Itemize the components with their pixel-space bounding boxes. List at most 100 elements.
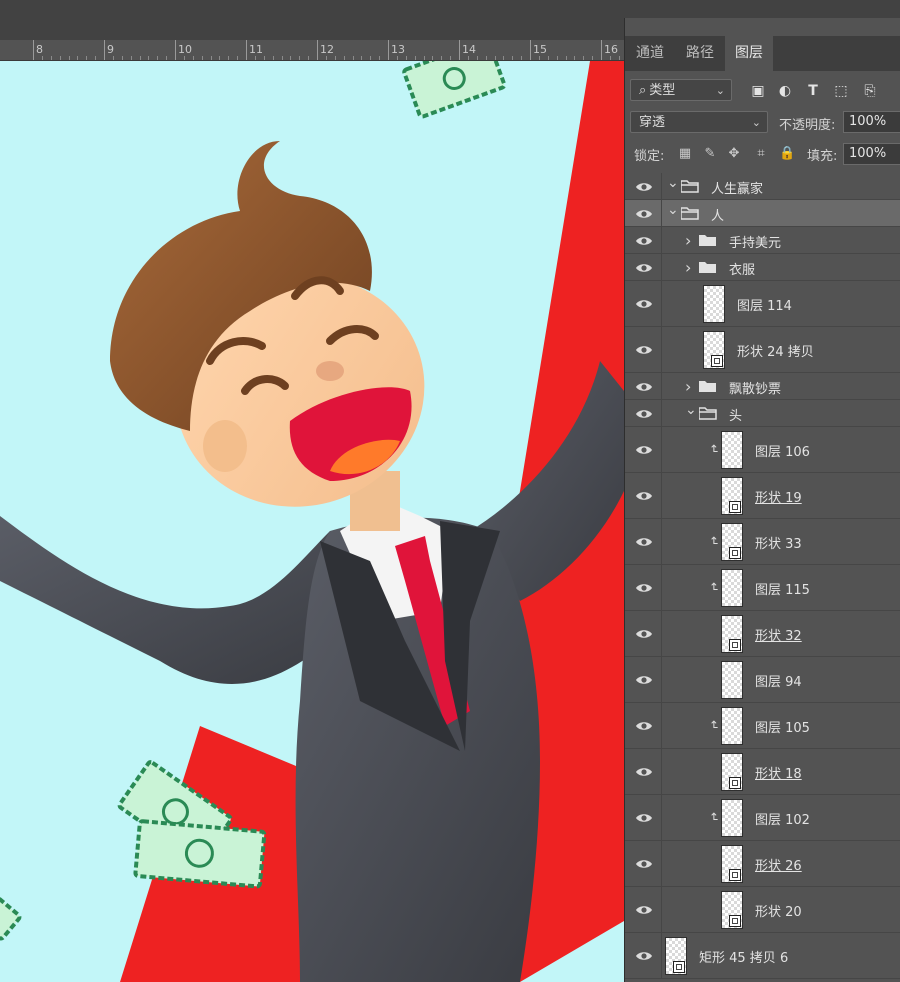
opacity-input[interactable]: 100%: [843, 111, 900, 133]
layer-group-row[interactable]: ⌄ 头: [625, 400, 900, 427]
layer-thumbnail[interactable]: [721, 707, 743, 745]
shape-layer-icon: [711, 355, 723, 367]
eye-icon[interactable]: [635, 720, 653, 732]
eye-icon[interactable]: [635, 766, 653, 778]
ear: [203, 420, 247, 472]
chevron-down-icon[interactable]: ⌄: [685, 402, 697, 418]
eye-icon[interactable]: [635, 381, 653, 393]
ruler-minor-tick: [538, 56, 540, 60]
ruler-minor-tick: [370, 56, 372, 60]
layer-row[interactable]: 形状 20: [625, 887, 900, 933]
visibility-column: [661, 749, 662, 794]
layer-row[interactable]: ↵ 图层 102: [625, 795, 900, 841]
layer-name: 图层 115: [755, 583, 810, 598]
visibility-column: [661, 173, 662, 199]
type-filter-icon[interactable]: T: [804, 82, 822, 100]
chevron-right-icon[interactable]: ›: [685, 258, 691, 277]
shape-layer-icon: [729, 501, 741, 513]
layer-row[interactable]: 图层 114: [625, 281, 900, 327]
clipping-mask-icon: ↵: [707, 811, 722, 823]
eye-icon[interactable]: [635, 674, 653, 686]
eye-icon[interactable]: [635, 812, 653, 824]
layer-row[interactable]: 形状 24 拷贝: [625, 327, 900, 373]
eye-icon[interactable]: [635, 444, 653, 456]
ruler-tick: [459, 40, 460, 60]
eye-icon[interactable]: [635, 628, 653, 640]
illustration: [0, 61, 624, 982]
layer-group-row[interactable]: › 飘散钞票: [625, 373, 900, 400]
tab-paths[interactable]: 路径: [675, 36, 725, 71]
layer-row[interactable]: ↵ 形状 33: [625, 519, 900, 565]
eye-icon[interactable]: [635, 858, 653, 870]
chevron-right-icon[interactable]: ›: [685, 231, 691, 250]
lock-all-icon[interactable]: 🔒: [779, 146, 795, 162]
ruler-minor-tick: [50, 56, 52, 60]
layers-panel: 通道 路径 图层 ⌕ 类型 ⌄ ▣ ◐ T ⬚ ⎘ 穿透 ⌄ 不透明度: 100%…: [624, 18, 900, 982]
eye-icon[interactable]: [635, 262, 653, 274]
layer-group-row[interactable]: ⌄ 人生赢家: [625, 173, 900, 200]
document-canvas[interactable]: [0, 61, 624, 982]
eye-icon[interactable]: [635, 490, 653, 502]
ruler-tick: [601, 40, 602, 60]
eye-icon[interactable]: [635, 582, 653, 594]
chevron-down-icon[interactable]: ⌄: [667, 202, 679, 218]
layer-row[interactable]: 矩形 45 拷贝 6: [625, 933, 900, 979]
smart-object-filter-icon[interactable]: ⎘: [861, 82, 879, 100]
ruler-tick: [33, 40, 34, 60]
lock-brush-icon[interactable]: ✎: [702, 146, 718, 162]
eye-icon[interactable]: [635, 344, 653, 356]
ruler-minor-tick: [423, 56, 425, 60]
layer-thumbnail[interactable]: [721, 661, 743, 699]
eye-icon[interactable]: [635, 298, 653, 310]
fill-input[interactable]: 100%: [843, 143, 900, 165]
layer-group-row[interactable]: ⌄ 人: [625, 200, 900, 227]
blend-mode-dropdown[interactable]: 穿透 ⌄: [630, 111, 768, 133]
chevron-down-icon[interactable]: ⌄: [667, 175, 679, 191]
tab-channels[interactable]: 通道: [625, 36, 675, 71]
layer-row[interactable]: ↵ 图层 115: [625, 565, 900, 611]
layer-row[interactable]: 形状 26: [625, 841, 900, 887]
eye-icon[interactable]: [635, 950, 653, 962]
eye-icon[interactable]: [635, 536, 653, 548]
lock-artboard-icon[interactable]: ⌗: [753, 146, 769, 162]
eye-icon[interactable]: [635, 235, 653, 247]
ruler-minor-tick: [148, 56, 150, 60]
ruler-minor-tick: [130, 56, 132, 60]
layer-group-row[interactable]: › 手持美元: [625, 227, 900, 254]
layer-row[interactable]: 形状 32: [625, 611, 900, 657]
shape-filter-icon[interactable]: ⬚: [832, 82, 850, 100]
layer-row[interactable]: 形状 19: [625, 473, 900, 519]
ruler-minor-tick: [361, 56, 363, 60]
chevron-right-icon[interactable]: ›: [685, 377, 691, 396]
eye-icon[interactable]: [635, 181, 653, 193]
eye-icon[interactable]: [635, 408, 653, 420]
layer-row[interactable]: 形状 18: [625, 749, 900, 795]
ruler-minor-tick: [334, 56, 336, 60]
ruler-number: 10: [178, 43, 192, 56]
layer-thumbnail[interactable]: [721, 799, 743, 837]
lock-transparent-icon[interactable]: ▦: [677, 146, 693, 162]
ruler-minor-tick: [618, 56, 620, 60]
ruler-minor-tick: [325, 56, 327, 60]
layer-thumbnail[interactable]: [703, 285, 725, 323]
layer-row[interactable]: ↵ 图层 105: [625, 703, 900, 749]
ruler-minor-tick: [86, 56, 88, 60]
layer-filter-dropdown[interactable]: ⌕ 类型 ⌄: [630, 79, 732, 101]
lock-position-icon[interactable]: ✥: [726, 146, 742, 162]
nose: [316, 361, 344, 381]
tab-layers[interactable]: 图层: [725, 36, 773, 71]
visibility-column: [661, 657, 662, 702]
panel-tabs: 通道 路径 图层: [625, 36, 900, 71]
ruler-number: 13: [391, 43, 405, 56]
pixel-filter-icon[interactable]: ▣: [749, 82, 767, 100]
layer-row[interactable]: 图层 94: [625, 657, 900, 703]
layer-row[interactable]: ↵ 图层 106: [625, 427, 900, 473]
layer-group-row[interactable]: › 衣服: [625, 254, 900, 281]
ruler-minor-tick: [272, 56, 274, 60]
eye-icon[interactable]: [635, 208, 653, 220]
layer-thumbnail[interactable]: [721, 569, 743, 607]
adjustment-filter-icon[interactable]: ◐: [776, 82, 794, 100]
layer-thumbnail[interactable]: [721, 431, 743, 469]
eye-icon[interactable]: [635, 904, 653, 916]
clipping-mask-icon: ↵: [707, 719, 722, 731]
